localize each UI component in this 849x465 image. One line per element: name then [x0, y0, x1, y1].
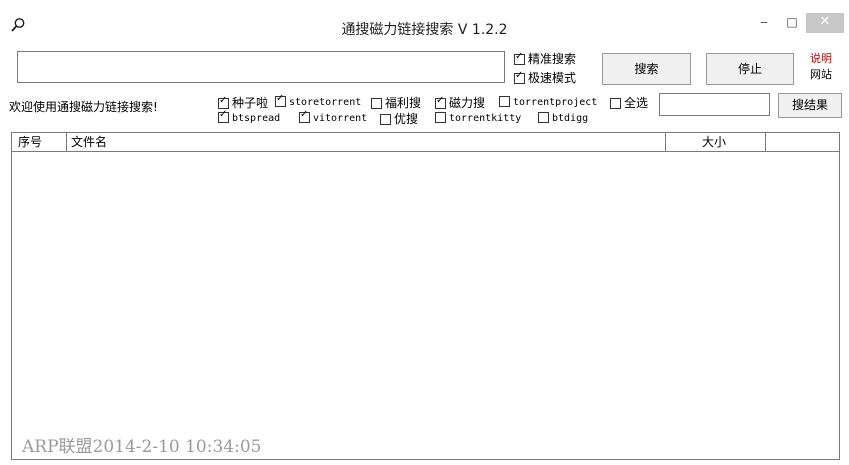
- source-checkbox[interactable]: [371, 98, 382, 109]
- stop-button[interactable]: 停止: [706, 53, 794, 85]
- title-bar: 通搜磁力链接搜索 V 1.2.2 ‒ □ ✕: [0, 0, 849, 40]
- source-option-btdigg[interactable]: btdigg: [538, 110, 588, 124]
- column-divider[interactable]: [665, 133, 666, 151]
- search-input[interactable]: [17, 51, 505, 83]
- search-results-button[interactable]: 搜结果: [778, 93, 842, 118]
- source-label: 优搜: [394, 112, 419, 126]
- list-header: 序号 文件名 大小: [12, 133, 839, 152]
- select-all-checkbox[interactable]: [610, 98, 621, 109]
- watermark-text: ARP联盟2014-2-10 10:34:05: [22, 437, 262, 457]
- source-checkbox[interactable]: [275, 93, 286, 107]
- result-filter-input[interactable]: [659, 93, 770, 116]
- source-option-yousou[interactable]: 优搜: [380, 110, 418, 127]
- fast-mode-label: 极速模式: [528, 71, 577, 85]
- source-checkbox[interactable]: [218, 95, 229, 109]
- help-link[interactable]: 说明: [810, 50, 832, 66]
- source-label: btdigg: [552, 113, 589, 124]
- source-label: btspread: [232, 113, 281, 124]
- source-label: 磁力搜: [449, 96, 486, 110]
- source-label: torrentproject: [513, 97, 598, 108]
- source-checkbox[interactable]: [435, 112, 446, 123]
- source-checkbox[interactable]: [499, 96, 510, 107]
- welcome-text: 欢迎使用通搜磁力链接搜索!: [9, 100, 158, 114]
- column-header-size[interactable]: 大小: [702, 134, 726, 150]
- column-header-index[interactable]: 序号: [18, 134, 42, 150]
- select-all-option[interactable]: 全选: [610, 94, 648, 111]
- column-divider[interactable]: [765, 133, 766, 151]
- source-checkbox[interactable]: [218, 109, 229, 123]
- source-checkbox[interactable]: [380, 114, 391, 125]
- source-checkbox[interactable]: [538, 112, 549, 123]
- minimize-button[interactable]: ‒: [752, 13, 776, 33]
- column-header-filename[interactable]: 文件名: [71, 134, 107, 150]
- source-label: vitorrent: [313, 113, 368, 124]
- source-option-btspread[interactable]: btspread: [218, 109, 281, 124]
- fast-mode-checkbox[interactable]: [514, 70, 525, 84]
- source-option-cilisou[interactable]: 磁力搜: [435, 94, 485, 111]
- source-label: 种子啦: [232, 96, 269, 110]
- search-button[interactable]: 搜索: [602, 53, 691, 85]
- source-option-storetorrent[interactable]: storetorrent: [275, 93, 362, 108]
- precise-search-label: 精准搜索: [528, 52, 577, 66]
- result-list[interactable]: 序号 文件名 大小: [11, 132, 840, 460]
- source-checkbox[interactable]: [299, 109, 310, 123]
- maximize-button[interactable]: □: [780, 13, 804, 33]
- window-title: 通搜磁力链接搜索 V 1.2.2: [341, 22, 508, 38]
- source-option-torrentproject[interactable]: torrentproject: [499, 94, 597, 108]
- fast-mode-option[interactable]: 极速模式: [514, 69, 576, 86]
- website-link[interactable]: 网站: [810, 66, 832, 82]
- source-option-vitorrent[interactable]: vitorrent: [299, 109, 368, 124]
- select-all-label: 全选: [624, 96, 649, 110]
- precise-search-checkbox[interactable]: [514, 51, 525, 65]
- source-label: 福利搜: [385, 96, 422, 110]
- source-label: storetorrent: [289, 97, 362, 108]
- column-divider[interactable]: [66, 133, 67, 151]
- source-checkbox[interactable]: [435, 95, 446, 109]
- source-label: torrentkitty: [449, 113, 522, 124]
- source-option-fulisou[interactable]: 福利搜: [371, 94, 421, 111]
- precise-search-option[interactable]: 精准搜索: [514, 50, 576, 67]
- close-button[interactable]: ✕: [806, 13, 844, 33]
- source-option-torrentkitty[interactable]: torrentkitty: [435, 110, 521, 124]
